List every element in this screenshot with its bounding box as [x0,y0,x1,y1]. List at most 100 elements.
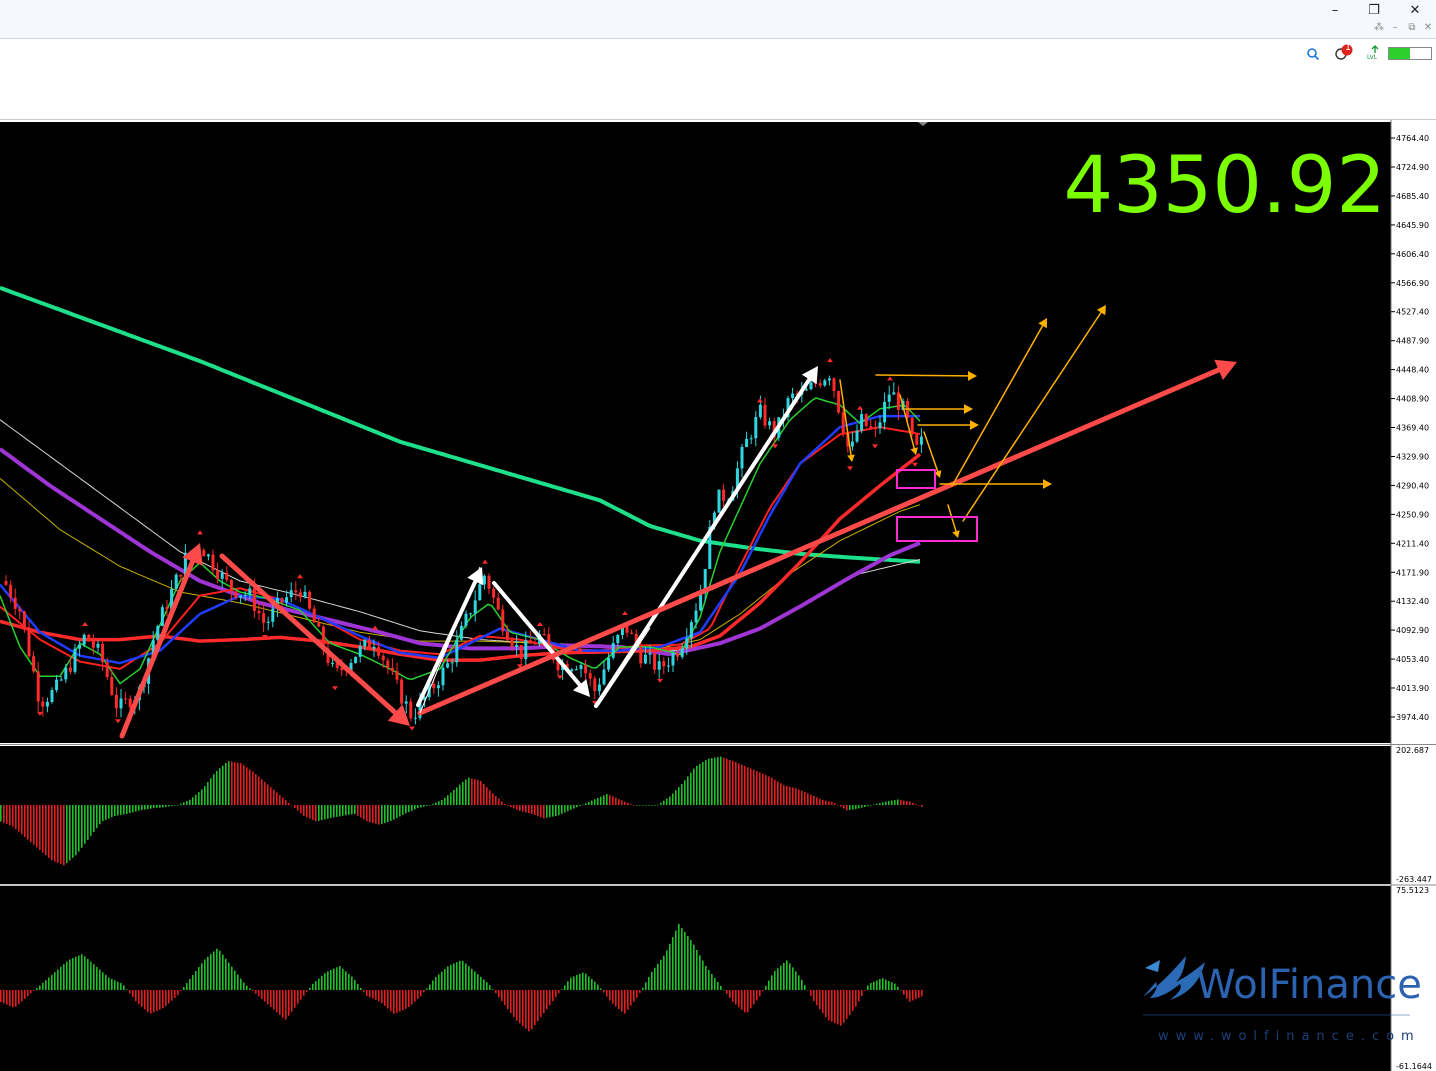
macd-bar [864,805,866,807]
macd-bar [312,805,314,820]
oscillator-bar [861,990,863,996]
oscillator-bar [153,990,155,1013]
macd-bar [651,805,653,806]
oscillator-bar [858,990,860,1002]
macd-bar [417,805,419,809]
macd-bar [336,805,338,817]
oscillator-bar [567,981,569,990]
oscillator-bar [573,976,575,990]
oscillator-bar [474,971,476,990]
title-bar: – ❐ ✕ ⁂ – ⧉ ✕ [0,0,1436,39]
oscillator-bar [798,975,800,990]
oscillator-bar [507,990,509,1010]
macd-bar [660,802,662,805]
macd-bar [504,804,506,805]
oscillator-bar [168,990,170,1004]
macd-bar [921,805,923,807]
oscillator-bar [87,959,89,990]
macd-bar [561,805,563,814]
oscillator-bar [705,965,707,990]
minimize-button[interactable]: – [1320,2,1350,20]
close-button[interactable]: ✕ [1400,2,1430,20]
macd-bar [702,762,704,805]
candle [400,677,404,705]
macd-bar [762,773,764,805]
macd-bar [588,801,590,805]
oscillator-bar [495,990,497,994]
macd-bar [606,794,608,805]
macd-bar [711,758,713,805]
oscillator-bar [681,928,683,990]
oscillator-bar [303,990,305,996]
oscillator-bar [909,990,911,1002]
oscillator-bar [375,990,377,1000]
sub-settings-icon[interactable]: ⁂ [1371,21,1387,35]
oscillator-bar [78,955,80,990]
macd-bar [276,792,278,805]
oscillator-bar [366,990,368,996]
oscillator-bar [720,985,722,990]
oscillator-bar [585,973,587,990]
oscillator-bar [477,974,479,990]
price-tick-label: 4408.90 [1396,395,1429,404]
macd-bar [885,801,887,805]
macd-bar [444,797,446,805]
oscillator-bar [675,930,677,990]
macd-bar [783,785,785,805]
oscillator-bar [156,990,158,1011]
oscillator-bar [627,990,629,1010]
oscillator-bar [792,967,794,990]
oscillator-bar [288,990,290,1016]
oscillator-bar [279,990,281,1015]
macd-bar [723,757,725,805]
macd-bar [201,789,203,805]
macd-bar [573,805,575,809]
oscillator-bar [672,937,674,990]
macd-bar [330,805,332,818]
macd-bar [228,761,230,805]
macd-tick-label: -263.447 [1396,875,1432,884]
macd-bar [168,805,170,807]
oscillator-bar [417,990,419,999]
macd-bar [3,805,5,823]
sub-close-button[interactable]: ✕ [1420,21,1436,35]
sub-minimize-button[interactable]: – [1387,21,1403,35]
price-tick-label: 4764.40 [1396,134,1429,143]
macd-bar [735,762,737,805]
macd-bar [861,805,863,808]
oscillator-bar [633,990,635,1002]
candle [910,416,914,437]
oscillator-bar [921,990,923,997]
oscillator-bar [339,966,341,990]
sub-restore-button[interactable]: ⧉ [1404,21,1420,35]
oscillator-bar [183,987,185,990]
oscillator-bar [15,990,17,1007]
macd-bar [48,805,50,858]
macd-bar [399,805,401,817]
oscillator-bar [759,990,761,997]
oscillator-bar [876,980,878,990]
oscillator-bar [204,959,206,990]
search-icon[interactable] [1306,47,1320,61]
macd-bar [60,805,62,865]
oscillator-bar [774,971,776,990]
oscillator-bar [330,970,332,990]
oscillator-bar [498,990,500,998]
oscillator-bar [96,967,98,990]
macd-bar [894,800,896,805]
macd-bar [729,759,731,805]
macd-panel[interactable] [0,746,1391,884]
oscillator-bar [651,971,653,990]
oscillator-bar [354,980,356,990]
oscillator-bar [198,967,200,990]
oscillator-bar [207,956,209,990]
oscillator-bar [408,990,410,1007]
macd-bar [309,805,311,819]
macd-bar [339,805,341,817]
price-tick-label: 4685.40 [1396,192,1429,201]
restore-button[interactable]: ❐ [1359,2,1389,20]
oscillator-bar [249,988,251,990]
oscillator-bar [756,990,758,1001]
chart-canvas[interactable]: 4764.40 4724.90 4685.40 4645.90 4606.40 4566.… [0,120,1436,1071]
oscillator-bar [825,990,827,1018]
